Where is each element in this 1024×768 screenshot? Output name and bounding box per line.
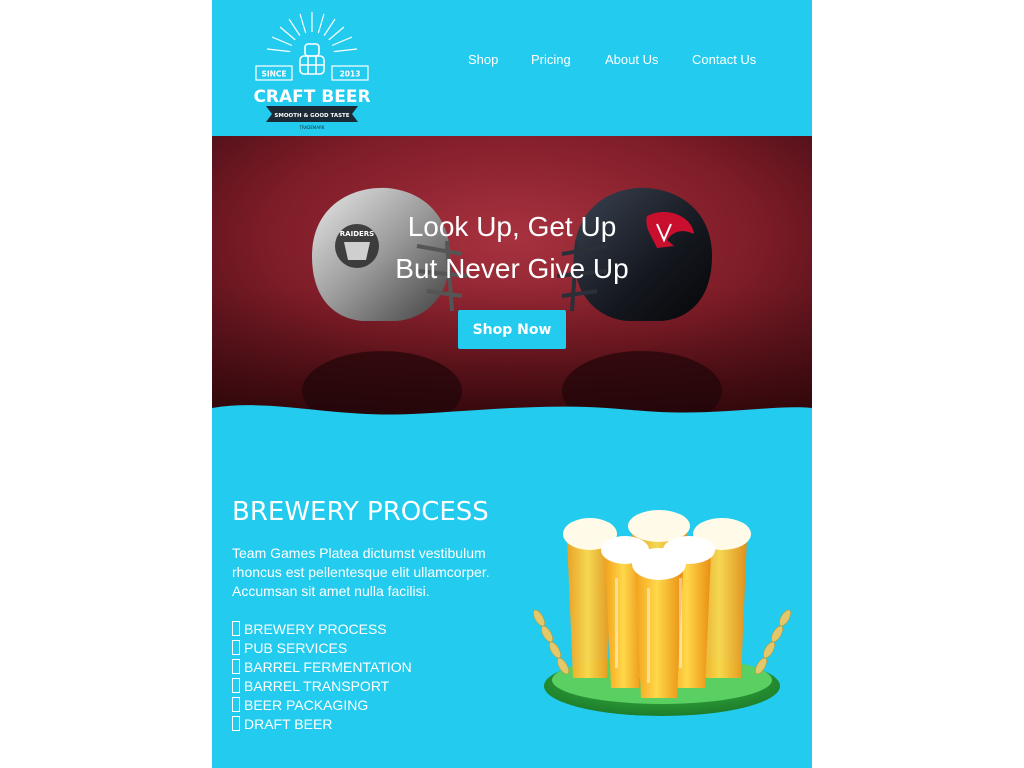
checkbox-glyph-icon [232, 697, 240, 712]
email-page: SINCE 2013 CRAFT BEER SMOOTH & GOOD TAST… [212, 0, 812, 768]
header: SINCE 2013 CRAFT BEER SMOOTH & GOOD TAST… [212, 0, 812, 136]
list-item-label: BREWERY PROCESS [244, 621, 387, 637]
checkbox-glyph-icon [232, 678, 240, 693]
list-item-label: BARREL TRANSPORT [244, 678, 390, 694]
list-item-label: PUB SERVICES [244, 640, 348, 656]
feature-list: BREWERY PROCESS PUB SERVICES BARREL FERM… [232, 620, 412, 734]
hero-title-line-1: Look Up, Get Up [407, 211, 617, 242]
list-item: BREWERY PROCESS [232, 620, 412, 639]
nav-pricing[interactable]: Pricing [531, 52, 571, 67]
logo-brand-text: CRAFT BEER [253, 87, 370, 107]
checkbox-glyph-icon [232, 640, 240, 655]
list-item-label: DRAFT BEER [244, 716, 333, 732]
nav-shop[interactable]: Shop [468, 52, 498, 67]
beer-glasses-illustration [533, 510, 791, 716]
nav-contact-us[interactable]: Contact Us [692, 52, 756, 67]
list-item: DRAFT BEER [232, 715, 412, 734]
section-description: Team Games Platea dictumst vestibulum rh… [232, 545, 490, 599]
checkbox-glyph-icon [232, 621, 240, 636]
hero-title-line-2: But Never Give Up [395, 253, 629, 284]
list-item: BARREL TRANSPORT [232, 677, 412, 696]
list-item: BARREL FERMENTATION [232, 658, 412, 677]
hero-banner: RAIDERS Look Up, Get Up But Never Give U… [212, 136, 812, 426]
section-title: BREWERY PROCESS [232, 497, 489, 527]
list-item-label: BEER PACKAGING [244, 697, 369, 713]
shop-now-button[interactable]: Shop Now [458, 310, 566, 349]
list-item-label: BARREL FERMENTATION [244, 659, 412, 675]
checkbox-glyph-icon [232, 659, 240, 674]
list-item: PUB SERVICES [232, 639, 412, 658]
list-item: BEER PACKAGING [232, 696, 412, 715]
logo-trademark-text: TRADEMARK [299, 125, 325, 130]
main-nav: Shop Pricing About Us Contact Us [212, 52, 812, 72]
nav-about-us[interactable]: About Us [605, 52, 658, 67]
logo-tagline-text: SMOOTH & GOOD TASTE [274, 113, 349, 119]
checkbox-glyph-icon [232, 716, 240, 731]
